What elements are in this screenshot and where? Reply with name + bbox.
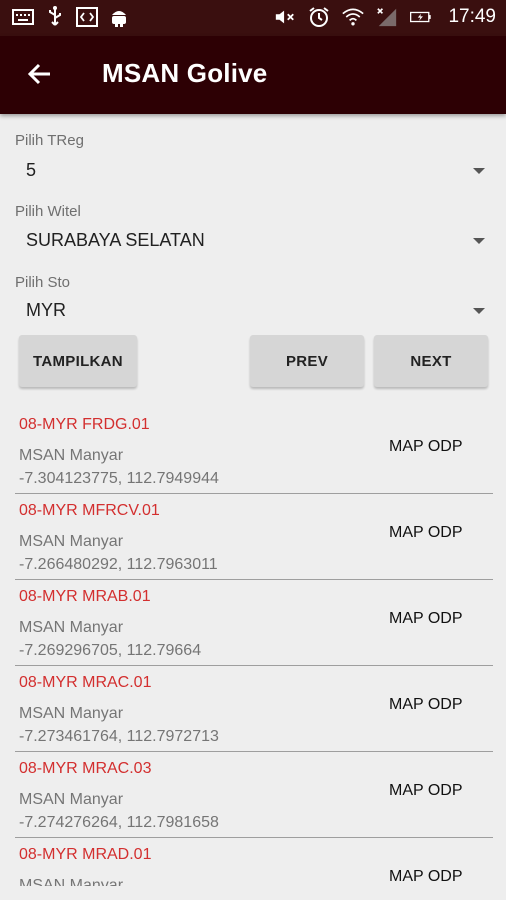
witel-value: SURABAYA SELATAN — [26, 230, 205, 250]
list-item[interactable]: 08-MYR MRAC.01 MSAN Manyar -7.273461764,… — [0, 662, 506, 752]
item-name: MSAN Manyar — [19, 619, 124, 636]
item-code: 08-MYR MFRCV.01 — [19, 502, 160, 519]
item-name: MSAN Manyar — [19, 705, 124, 722]
dropdown-arrow-icon — [473, 308, 485, 314]
item-coords: -7.304123775, 112.7949944 — [19, 470, 219, 487]
page-title: MSAN Golive — [102, 58, 268, 88]
witel-label: Pilih Witel — [15, 203, 81, 220]
sto-label: Pilih Sto — [15, 274, 71, 291]
dropdown-arrow-icon — [473, 168, 485, 174]
list-item[interactable]: 08-MYR MRAB.01 MSAN Manyar -7.269296705,… — [0, 576, 506, 666]
item-code: 08-MYR MRAC.03 — [19, 760, 152, 777]
map-odp-button[interactable]: MAP ODP — [389, 782, 463, 800]
code-icon — [76, 6, 98, 28]
treg-label: Pilih TReg — [15, 132, 84, 149]
map-odp-button[interactable]: MAP ODP — [389, 696, 463, 714]
mute-icon — [274, 6, 296, 28]
item-coords: -7.274276264, 112.7981658 — [19, 814, 219, 831]
msan-list: 08-MYR FRDG.01 MSAN Manyar -7.304123775,… — [0, 404, 506, 886]
dropdown-arrow-icon — [473, 238, 485, 244]
sto-dropdown[interactable]: MYR — [15, 294, 493, 328]
item-name: MSAN Manyar — [19, 533, 124, 550]
item-code: 08-MYR MRAD.01 — [19, 846, 152, 863]
show-button[interactable]: TAMPILKAN — [19, 335, 137, 387]
item-coords: -7.269296705, 112.79664 — [19, 642, 202, 659]
map-odp-button[interactable]: MAP ODP — [389, 868, 463, 886]
item-code: 08-MYR MRAC.01 — [19, 674, 152, 691]
clock: 17:49 — [448, 6, 496, 27]
next-button[interactable]: NEXT — [374, 335, 488, 387]
android-icon — [108, 6, 130, 28]
prev-button[interactable]: PREV — [250, 335, 364, 387]
treg-value: 5 — [26, 160, 37, 180]
battery-icon — [410, 6, 432, 28]
wifi-icon — [342, 6, 365, 28]
list-item[interactable]: 08-MYR MRAD.01 MSAN Manyar MAP ODP — [0, 834, 506, 886]
usb-icon — [44, 6, 66, 28]
item-name: MSAN Manyar — [19, 447, 124, 464]
item-name: MSAN Manyar — [19, 877, 124, 886]
item-coords: -7.273461764, 112.7972713 — [19, 728, 219, 745]
map-odp-button[interactable]: MAP ODP — [389, 438, 463, 456]
treg-dropdown[interactable]: 5 — [15, 154, 493, 188]
signal-icon — [376, 6, 398, 28]
item-code: 08-MYR MRAB.01 — [19, 588, 151, 605]
witel-dropdown[interactable]: SURABAYA SELATAN — [15, 224, 493, 258]
status-bar: 17:49 — [0, 0, 506, 36]
back-arrow-icon[interactable] — [26, 60, 54, 88]
alarm-icon — [308, 6, 330, 28]
app-bar: MSAN Golive — [0, 36, 506, 114]
list-item[interactable]: 08-MYR MRAC.03 MSAN Manyar -7.274276264,… — [0, 748, 506, 838]
item-coords: -7.266480292, 112.7963011 — [19, 556, 218, 573]
list-item[interactable]: 08-MYR MFRCV.01 MSAN Manyar -7.266480292… — [0, 490, 506, 580]
map-odp-button[interactable]: MAP ODP — [389, 610, 463, 628]
sto-value: MYR — [26, 300, 66, 320]
item-code: 08-MYR FRDG.01 — [19, 416, 150, 433]
keyboard-icon — [12, 6, 34, 28]
list-item[interactable]: 08-MYR FRDG.01 MSAN Manyar -7.304123775,… — [0, 404, 506, 494]
map-odp-button[interactable]: MAP ODP — [389, 524, 463, 542]
item-name: MSAN Manyar — [19, 791, 124, 808]
